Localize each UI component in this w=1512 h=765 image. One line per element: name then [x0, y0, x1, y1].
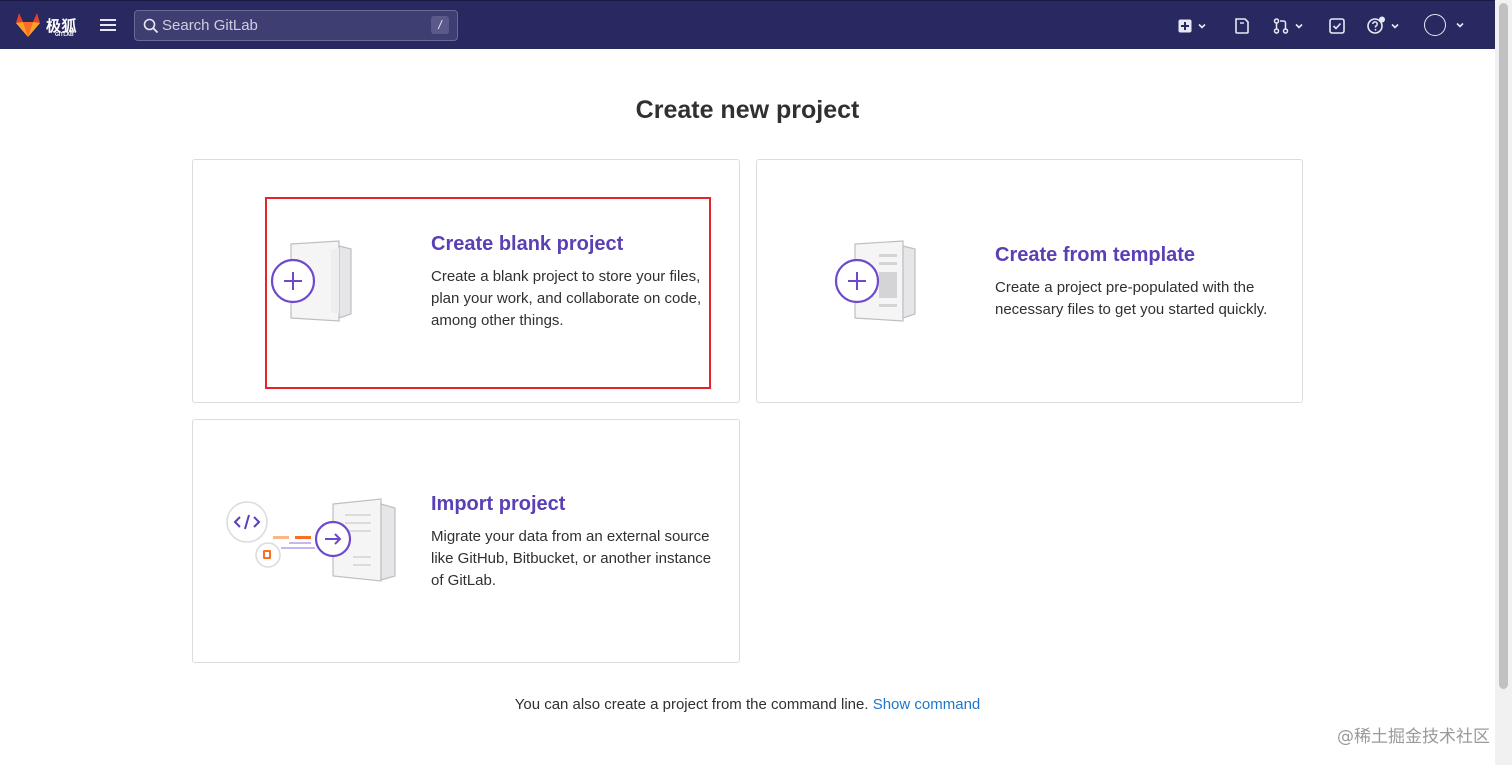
top-navbar: 极狐 GITLAB /: [0, 0, 1495, 49]
card-title-blank[interactable]: Create blank project: [431, 233, 623, 256]
gitlab-logo[interactable]: 极狐 GITLAB: [14, 11, 78, 41]
issues-button[interactable]: [1233, 15, 1251, 37]
create-from-template-card[interactable]: Create from template Create a project pr…: [756, 159, 1303, 403]
search-box[interactable]: /: [134, 10, 458, 41]
chevron-down-icon: [1456, 22, 1464, 28]
tanuki-icon: [16, 13, 40, 37]
page-title: Create new project: [635, 96, 860, 124]
todos-button[interactable]: [1328, 15, 1346, 37]
hamburger-icon: [100, 19, 116, 31]
create-blank-project-card[interactable]: Create blank project Create a blank proj…: [192, 159, 740, 403]
merge-request-icon: [1273, 18, 1289, 34]
watermark: @稀土掘金技术社区: [1337, 727, 1490, 747]
card-title-import[interactable]: Import project: [431, 493, 565, 516]
chevron-down-icon: [1198, 23, 1206, 29]
hamburger-menu-button[interactable]: [97, 15, 119, 35]
help-icon: [1367, 16, 1385, 34]
help-dropdown[interactable]: [1366, 15, 1400, 37]
issues-icon: [1235, 18, 1249, 34]
scrollbar-thumb[interactable]: [1499, 3, 1508, 689]
brand-subtitle: GITLAB: [55, 32, 74, 38]
card-description-template: Create a project pre-populated with the …: [995, 279, 1268, 318]
search-input[interactable]: [162, 11, 422, 40]
command-line-hint: You can also create a project from the c…: [0, 696, 1495, 713]
import-illustration-icon: [226, 498, 396, 582]
template-illustration-icon: [834, 240, 916, 322]
avatar-icon: [1424, 14, 1446, 36]
command-line-hint-text: You can also create a project from the c…: [514, 696, 869, 713]
search-icon: [143, 18, 159, 34]
vertical-scrollbar[interactable]: [1495, 0, 1512, 765]
show-command-link[interactable]: Show command: [873, 696, 981, 713]
import-project-card[interactable]: Import project Migrate your data from an…: [192, 419, 740, 663]
user-menu-dropdown[interactable]: [1424, 14, 1465, 36]
chevron-down-icon: [1391, 23, 1399, 29]
plus-square-icon: [1178, 19, 1192, 33]
chevron-down-icon: [1295, 23, 1303, 29]
card-title-template[interactable]: Create from template: [995, 244, 1195, 267]
merge-requests-dropdown[interactable]: [1272, 15, 1304, 37]
card-description-blank: Create a blank project to store your fil…: [431, 268, 702, 329]
card-description-import: Migrate your data from an external sourc…: [431, 528, 712, 589]
create-new-dropdown[interactable]: [1177, 15, 1207, 37]
search-shortcut-badge: /: [431, 16, 449, 34]
todo-icon: [1329, 18, 1345, 34]
blank-project-illustration-icon: [270, 240, 352, 322]
